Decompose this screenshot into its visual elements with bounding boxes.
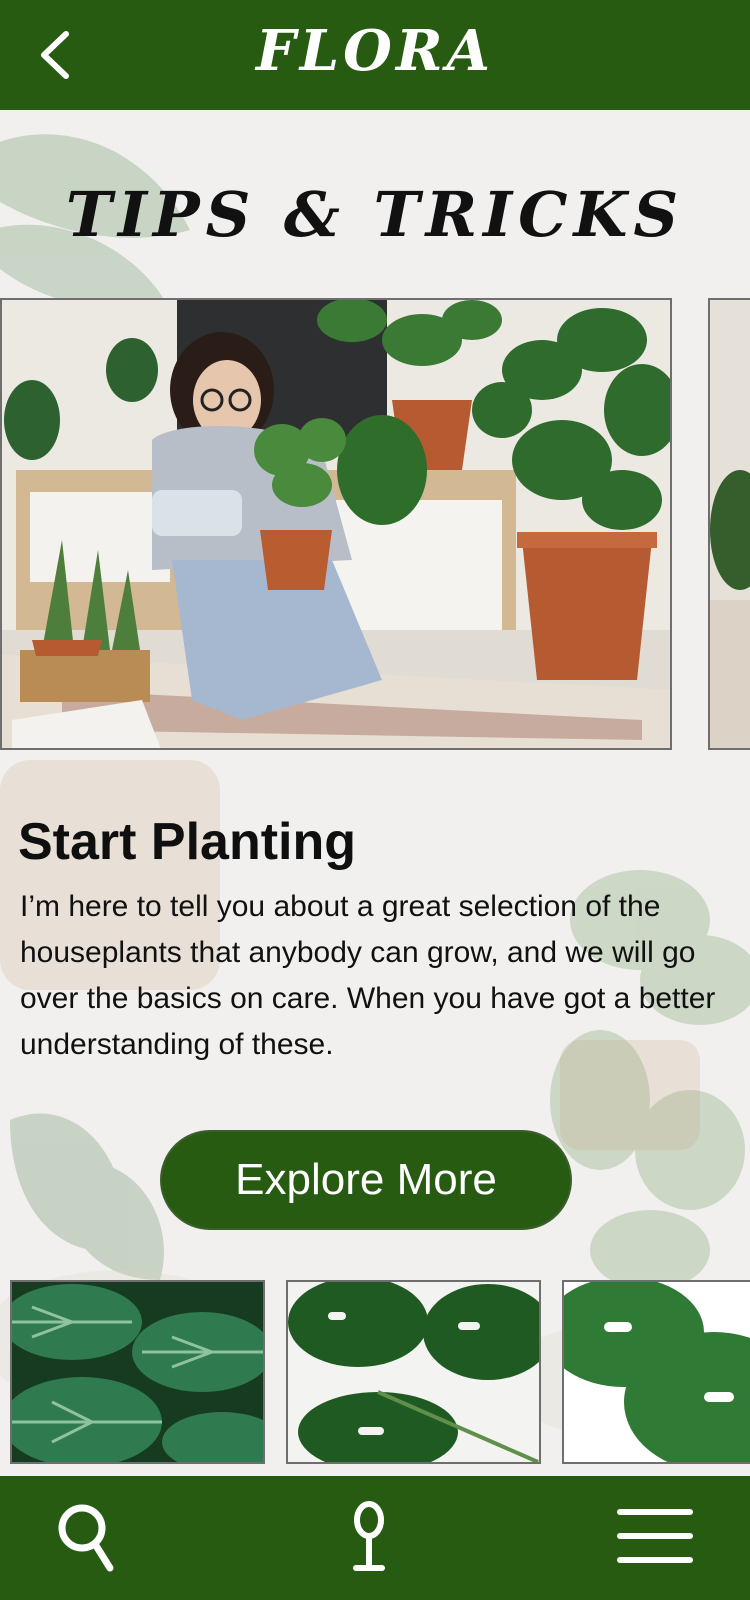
thumbnail-monstera[interactable] — [286, 1280, 541, 1464]
hero-image[interactable] — [0, 298, 672, 750]
section-title: TIPS & TRICKS — [65, 178, 685, 251]
nav-menu-button[interactable] — [612, 1498, 702, 1578]
top-app-bar: FLORA — [0, 0, 750, 110]
app-title: FLORA — [256, 18, 494, 84]
location-pin-icon — [353, 1501, 385, 1571]
search-icon — [58, 1504, 114, 1572]
article-title: Start Planting — [18, 813, 357, 871]
hamburger-menu-icon — [617, 1509, 693, 1563]
thumbnail-calathea[interactable] — [10, 1280, 265, 1464]
bottom-navigation — [0, 1476, 750, 1600]
nav-location-button[interactable] — [330, 1498, 410, 1578]
article-body: I’m here to tell you about a great selec… — [20, 890, 716, 1061]
next-card-peek[interactable] — [708, 298, 750, 750]
explore-more-button[interactable]: Explore More — [160, 1130, 572, 1230]
thumbnail-monstera-leaf[interactable] — [562, 1280, 750, 1464]
nav-search-button[interactable] — [48, 1498, 128, 1578]
